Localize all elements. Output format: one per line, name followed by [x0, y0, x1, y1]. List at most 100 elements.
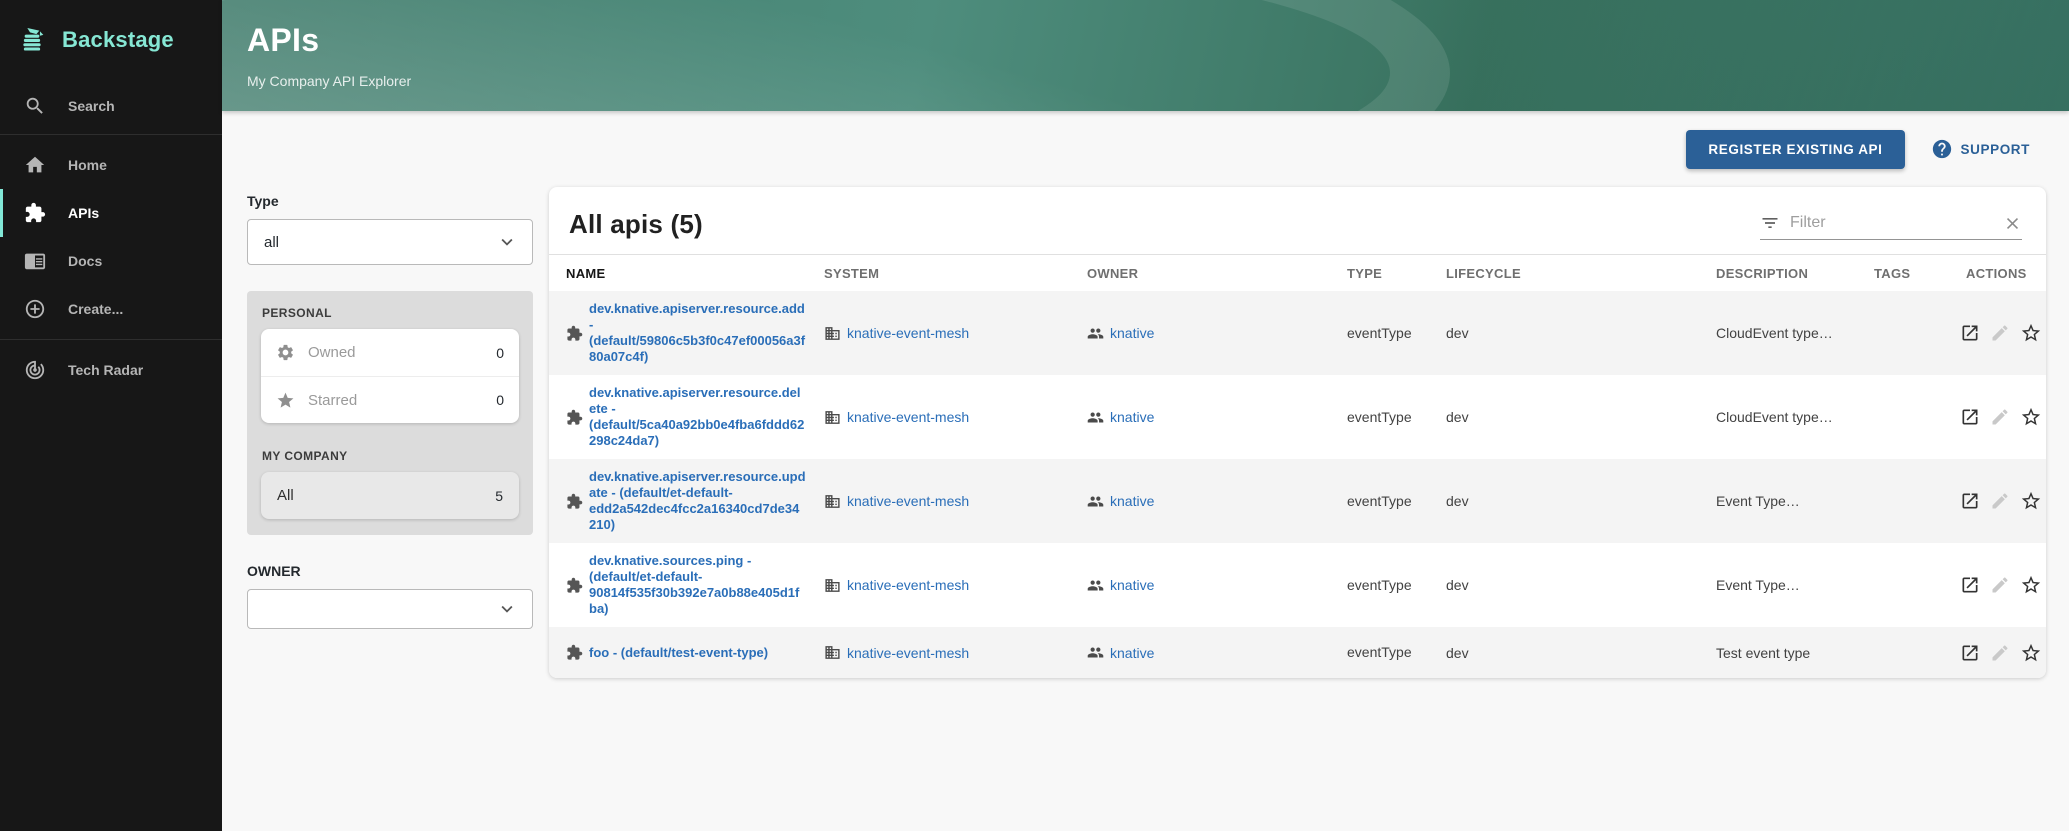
- edit-pencil-icon[interactable]: [1990, 491, 2010, 511]
- column-header-description[interactable]: DESCRIPTION: [1716, 266, 1874, 281]
- extension-icon: [24, 202, 46, 224]
- personal-section-label: PERSONAL: [262, 306, 519, 320]
- edit-pencil-icon[interactable]: [1990, 643, 2010, 663]
- owner-filter-label: OWNER: [247, 563, 533, 579]
- table-header-bar: All apis (5): [549, 187, 2046, 255]
- sidebar-item-apis[interactable]: APIs: [0, 189, 222, 237]
- api-extension-icon: [566, 577, 583, 594]
- owner-link[interactable]: knative: [1110, 645, 1154, 661]
- table-filter-field: [1760, 213, 2022, 240]
- system-link[interactable]: knative-event-mesh: [847, 325, 969, 341]
- api-extension-icon: [566, 409, 583, 426]
- edit-pencil-icon[interactable]: [1990, 323, 2010, 343]
- api-extension-icon: [566, 325, 583, 342]
- star-border-icon[interactable]: [2020, 490, 2042, 512]
- sidebar-nav: Home APIs Docs Create... Tech Radar: [0, 141, 222, 394]
- column-header-actions: ACTIONS: [1960, 266, 2046, 281]
- filter-item-starred[interactable]: Starred 0: [261, 376, 519, 423]
- register-existing-api-button[interactable]: REGISTER EXISTING API: [1686, 130, 1904, 169]
- star-border-icon[interactable]: [2020, 322, 2042, 344]
- owner-group-icon: [1087, 644, 1104, 661]
- column-header-tags[interactable]: TAGS: [1874, 266, 1960, 281]
- table-row: dev.knative.sources.ping - (default/et-d…: [549, 543, 2046, 627]
- sidebar-item-create[interactable]: Create...: [0, 285, 222, 333]
- sidebar-item-home[interactable]: Home: [0, 141, 222, 189]
- type-cell: eventType: [1347, 644, 1446, 661]
- api-name-link[interactable]: dev.knative.sources.ping - (default/et-d…: [589, 553, 806, 617]
- sidebar-divider: [0, 339, 222, 340]
- table-row: foo - (default/test-event-type) knative-…: [549, 627, 2046, 678]
- table-row: dev.knative.apiserver.resource.update - …: [549, 459, 2046, 543]
- system-link[interactable]: knative-event-mesh: [847, 577, 969, 593]
- owner-group-icon: [1087, 577, 1104, 594]
- table-row: dev.knative.apiserver.resource.add - (de…: [549, 291, 2046, 375]
- system-business-icon: [824, 325, 841, 342]
- filter-item-owned[interactable]: Owned 0: [261, 329, 519, 376]
- gear-icon: [276, 343, 295, 362]
- open-in-new-icon[interactable]: [1960, 323, 1980, 343]
- filter-all-count: 5: [495, 488, 503, 504]
- support-button[interactable]: SUPPORT: [1931, 138, 2030, 160]
- page-subtitle: My Company API Explorer: [247, 73, 2069, 89]
- star-border-icon[interactable]: [2020, 406, 2042, 428]
- search-icon: [24, 95, 46, 117]
- sidebar-item-docs[interactable]: Docs: [0, 237, 222, 285]
- open-in-new-icon[interactable]: [1960, 575, 1980, 595]
- type-cell: eventType: [1347, 493, 1446, 510]
- sidebar-item-tech-radar[interactable]: Tech Radar: [0, 346, 222, 394]
- owner-link[interactable]: knative: [1110, 493, 1154, 509]
- column-header-type[interactable]: TYPE: [1347, 266, 1446, 281]
- open-in-new-icon[interactable]: [1960, 407, 1980, 427]
- system-business-icon: [824, 493, 841, 510]
- api-extension-icon: [566, 493, 583, 510]
- page-title: APIs: [247, 22, 2069, 59]
- main-area: APIs My Company API Explorer REGISTER EX…: [222, 0, 2069, 831]
- system-link[interactable]: knative-event-mesh: [847, 493, 969, 509]
- backstage-logo[interactable]: Backstage: [0, 0, 222, 82]
- clear-filter-icon[interactable]: [2003, 214, 2022, 233]
- column-header-system[interactable]: SYSTEM: [824, 266, 1087, 281]
- lifecycle-cell: dev: [1446, 325, 1716, 341]
- column-header-owner[interactable]: OWNER: [1087, 266, 1347, 281]
- edit-pencil-icon[interactable]: [1990, 407, 2010, 427]
- column-header-name[interactable]: NAME: [566, 266, 824, 281]
- sidebar-divider: [0, 134, 222, 135]
- type-filter-label: Type: [247, 193, 533, 209]
- star-border-icon[interactable]: [2020, 642, 2042, 664]
- owner-link[interactable]: knative: [1110, 409, 1154, 425]
- api-name-link[interactable]: dev.knative.apiserver.resource.add - (de…: [589, 301, 806, 365]
- owner-link[interactable]: knative: [1110, 577, 1154, 593]
- sidebar-search[interactable]: Search: [0, 84, 222, 128]
- radar-icon: [24, 359, 46, 381]
- system-business-icon: [824, 644, 841, 661]
- column-header-lifecycle[interactable]: LIFECYCLE: [1446, 266, 1716, 281]
- company-section-label: MY COMPANY: [262, 449, 519, 463]
- open-in-new-icon[interactable]: [1960, 491, 1980, 511]
- system-link[interactable]: knative-event-mesh: [847, 645, 969, 661]
- system-business-icon: [824, 409, 841, 426]
- backstage-logo-icon: [18, 24, 50, 56]
- filter-all-label: All: [277, 487, 495, 504]
- api-name-link[interactable]: dev.knative.apiserver.resource.delete - …: [589, 385, 806, 449]
- table-body: dev.knative.apiserver.resource.add - (de…: [549, 291, 2046, 678]
- lifecycle-cell: dev: [1446, 577, 1716, 593]
- star-border-icon[interactable]: [2020, 574, 2042, 596]
- owner-link[interactable]: knative: [1110, 325, 1154, 341]
- edit-pencil-icon[interactable]: [1990, 575, 2010, 595]
- owner-filter-select[interactable]: [247, 589, 533, 629]
- filter-item-all[interactable]: All 5: [261, 472, 519, 519]
- api-name-link[interactable]: dev.knative.apiserver.resource.update - …: [589, 469, 806, 533]
- system-link[interactable]: knative-event-mesh: [847, 409, 969, 425]
- description-cell: Event Type…: [1716, 493, 1874, 509]
- table-filter-input[interactable]: [1790, 214, 2003, 232]
- filter-list-icon: [1760, 213, 1780, 233]
- sidebar: Backstage Search Home APIs Docs Create..…: [0, 0, 222, 831]
- table-column-headers: NAME SYSTEM OWNER TYPE LIFECYCLE DESCRIP…: [549, 255, 2046, 291]
- open-in-new-icon[interactable]: [1960, 643, 1980, 663]
- api-name-link[interactable]: foo - (default/test-event-type): [589, 645, 768, 661]
- chevron-down-icon: [496, 231, 518, 253]
- type-cell: eventType: [1347, 409, 1446, 426]
- star-icon: [276, 391, 295, 410]
- type-filter-select[interactable]: all: [247, 219, 533, 265]
- owner-group-icon: [1087, 493, 1104, 510]
